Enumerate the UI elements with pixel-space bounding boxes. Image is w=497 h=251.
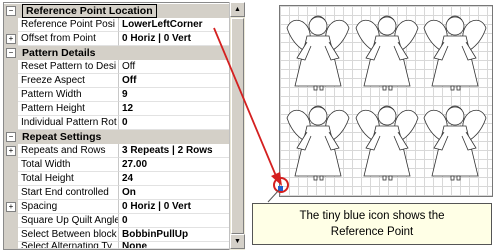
minus-icon[interactable]: − [6,48,16,58]
property-name: Offset from Point [18,32,119,46]
scroll-down-arrow-icon[interactable]: ▼ [230,234,245,249]
angel-block [355,105,419,181]
angel-block [286,15,350,91]
property-name: Select Alternating Ty [18,242,119,249]
property-value[interactable]: 24 [119,172,230,186]
expand-plus-icon[interactable]: + [6,34,16,44]
section-header-reference-point[interactable]: − Reference Point Location [4,4,230,18]
expand-plus-icon[interactable]: + [6,146,16,156]
property-name: Square Up Quilt Angle [18,214,119,228]
property-row[interactable]: Pattern Height 12 [4,102,230,116]
property-row[interactable]: Reset Pattern to Desi Off [4,60,230,74]
property-value[interactable]: 3 Repeats | 2 Rows [119,144,230,158]
property-value[interactable]: BobbinPullUp [119,228,230,242]
section-title: Reference Point Location [22,4,157,18]
property-row[interactable]: Select Between block BobbinPullUp [4,228,230,242]
property-row-reference-point-position[interactable]: Reference Point Posi LowerLeftCorner [4,18,230,32]
angel-block [423,15,487,91]
property-row[interactable]: Total Height 24 [4,172,230,186]
property-row[interactable]: Select Alternating Ty None [4,242,230,249]
property-name: Total Height [18,172,119,186]
property-row[interactable]: Start End controlled On [4,186,230,200]
property-name: Total Width [18,158,119,172]
callout-tooltip: The tiny blue icon shows the Reference P… [252,203,492,245]
property-row-repeats-and-rows[interactable]: + Repeats and Rows 3 Repeats | 2 Rows [4,144,230,158]
property-name: Select Between block [18,228,119,242]
minus-icon[interactable]: − [6,6,16,16]
property-row[interactable]: Freeze Aspect Off [4,74,230,88]
angel-block [286,105,350,181]
design-canvas[interactable] [279,5,493,197]
angel-pattern-layout [286,15,487,181]
callout-line: The tiny blue icon shows the [299,210,445,222]
property-name: Spacing [18,200,119,214]
property-value[interactable]: 27.00 [119,158,230,172]
minus-icon[interactable]: − [6,132,16,142]
property-value[interactable]: LowerLeftCorner [119,18,230,32]
property-row-offset-from-point[interactable]: + Offset from Point 0 Horiz | 0 Vert [4,32,230,46]
property-name: Start End controlled [18,186,119,200]
callout-pointer [267,189,280,203]
property-value[interactable]: On [119,186,230,200]
section-title: Repeat Settings [22,131,102,143]
property-row[interactable]: Total Width 27.00 [4,158,230,172]
property-name: Reference Point Posi [18,18,119,32]
section-title: Pattern Details [22,47,96,59]
property-value[interactable]: 0 [119,116,230,130]
property-value[interactable]: 0 Horiz | 0 Vert [119,32,230,46]
callout-line: Reference Point [330,226,414,238]
property-value[interactable]: 9 [119,88,230,102]
property-name: Pattern Width [18,88,119,102]
property-name: Reset Pattern to Desi [18,60,119,74]
property-value[interactable]: Off [119,74,230,88]
collapse-toggle[interactable]: − [4,4,18,18]
scrollbar-thumb[interactable] [231,18,244,234]
property-value[interactable]: 0 Horiz | 0 Vert [119,200,230,214]
property-row[interactable]: Individual Pattern Rot 0 [4,116,230,130]
angel-block [423,105,487,181]
property-value[interactable]: None [119,242,230,249]
section-header-repeat-settings[interactable]: − Repeat Settings [4,130,230,144]
property-row[interactable]: Pattern Width 9 [4,88,230,102]
property-name: Pattern Height [18,102,119,116]
property-name: Freeze Aspect [18,74,119,88]
property-grid: − Reference Point Location Reference Poi… [3,2,231,250]
property-name: Individual Pattern Rot [18,116,119,130]
expand-plus-icon[interactable]: + [6,202,16,212]
property-value[interactable]: 12 [119,102,230,116]
property-value[interactable]: Off [119,60,230,74]
vertical-scrollbar[interactable]: ▲ ▼ [229,2,245,250]
angel-block [355,15,419,91]
scroll-up-arrow-icon[interactable]: ▲ [230,2,245,17]
property-row-spacing[interactable]: + Spacing 0 Horiz | 0 Vert [4,200,230,214]
section-header-pattern-details[interactable]: − Pattern Details [4,46,230,60]
property-value[interactable]: 0 [119,214,230,228]
property-name: Repeats and Rows [18,144,119,158]
property-row[interactable]: Square Up Quilt Angle 0 [4,214,230,228]
